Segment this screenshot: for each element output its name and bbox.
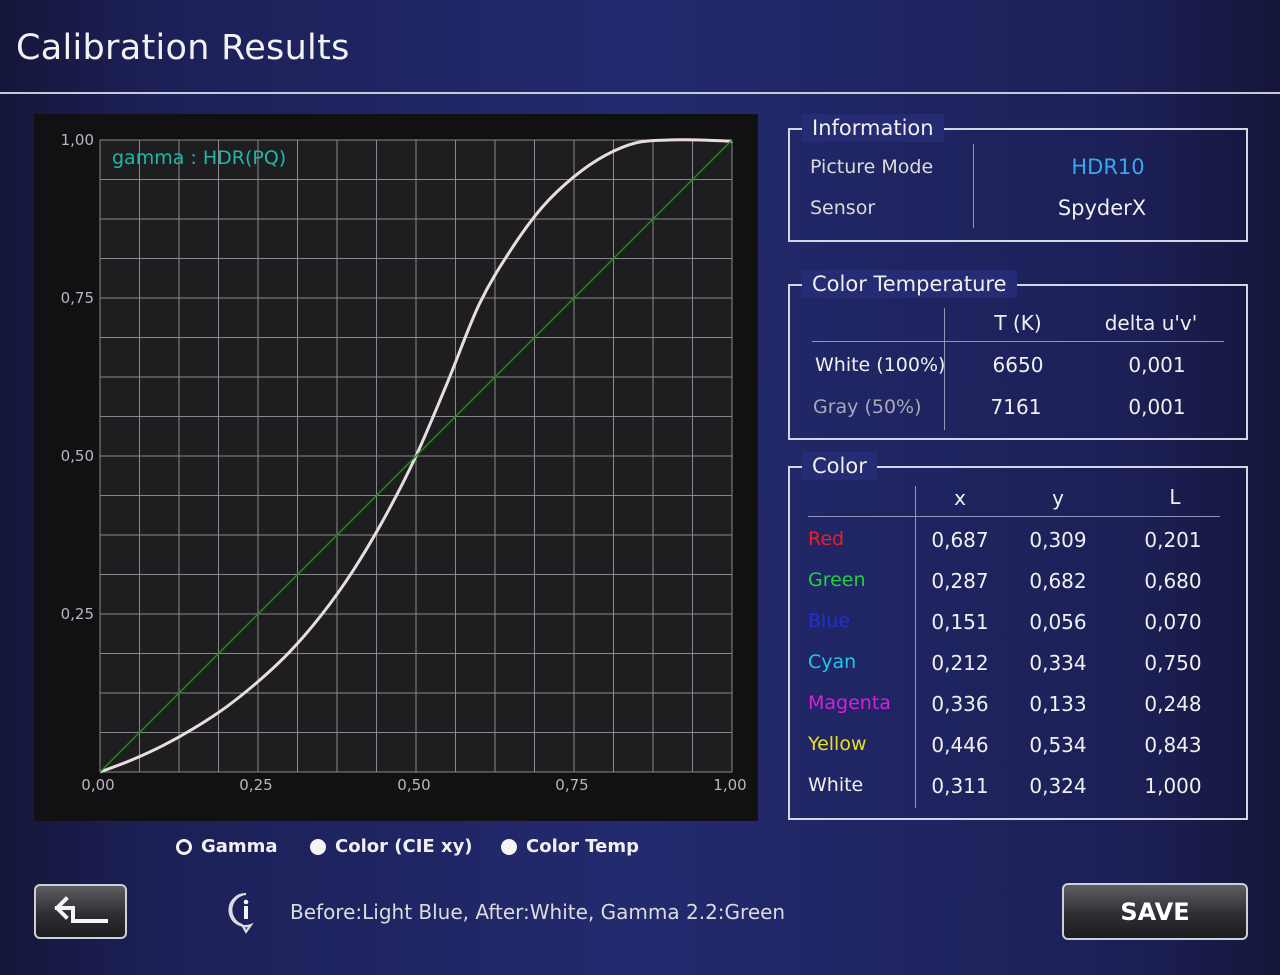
color-row-cyan-name: Cyan: [808, 651, 857, 673]
color-row-yellow-y: 0,534: [1029, 733, 1087, 757]
color-row-blue-x: 0,151: [931, 610, 989, 634]
color-row-magenta-x: 0,336: [931, 692, 989, 716]
color-row-red-luminance: 0,201: [1144, 528, 1202, 552]
radio-unselected-icon: [501, 838, 517, 855]
white-100-delta: 0,001: [1128, 353, 1186, 377]
chart-mode-selector: Gamma Color (CIE xy) Color Temp: [0, 836, 780, 860]
header-divider: [812, 341, 1224, 342]
page-title: Calibration Results: [16, 28, 350, 68]
sensor-value: SpyderX: [1057, 196, 1147, 220]
legend-info-text: Before:Light Blue, After:White, Gamma 2.…: [290, 900, 786, 924]
title-divider: [0, 92, 1280, 94]
radio-gamma-label: Gamma: [201, 836, 278, 857]
color-row-cyan-x: 0,212: [931, 651, 989, 675]
color-row-yellow-x: 0,446: [931, 733, 989, 757]
gamma-annotation: gamma : HDR(PQ): [112, 147, 286, 169]
information-title: Information: [802, 114, 944, 142]
color-row-magenta-luminance: 0,248: [1144, 692, 1202, 716]
gray-50-label: Gray (50%): [813, 396, 922, 418]
color-row-cyan-y: 0,334: [1029, 651, 1087, 675]
white-100-temperature: 6650: [992, 353, 1044, 377]
color-row-green-x: 0,287: [931, 569, 989, 593]
y-tick-label: 0,75: [61, 289, 94, 307]
gray-50-delta: 0,001: [1128, 395, 1186, 419]
color-row-cyan-luminance: 0,750: [1144, 651, 1202, 675]
gamma-chart-svg: 0,00 0,25 0,50 0,75 1,00 1,00 0,75 0,50 0,25 gamm…: [61, 131, 747, 794]
information-panel: Information Picture Mode HDR10 Sensor Sp…: [788, 114, 1248, 242]
header-x: x: [954, 486, 966, 510]
header-luminance: L: [1169, 485, 1181, 509]
back-button[interactable]: [34, 884, 127, 939]
radio-gamma[interactable]: Gamma: [176, 836, 278, 857]
color-row-white-x: 0,311: [931, 774, 989, 798]
color-row-yellow-luminance: 0,843: [1144, 733, 1202, 757]
column-divider: [973, 144, 974, 228]
y-tick-label: 0,50: [61, 447, 94, 465]
color-row-magenta-name: Magenta: [808, 692, 891, 714]
y-tick-label: 1,00: [61, 131, 94, 149]
color-row-blue-luminance: 0,070: [1144, 610, 1202, 634]
back-arrow-icon: [54, 896, 108, 923]
color-temperature-panel: Color Temperature T (K) delta u'v' White…: [788, 270, 1248, 440]
color-row-yellow-name: Yellow: [808, 733, 867, 755]
radio-unselected-icon: [310, 838, 326, 855]
color-title: Color: [802, 452, 877, 480]
color-row-blue-name: Blue: [808, 610, 851, 632]
color-row-green-luminance: 0,680: [1144, 569, 1202, 593]
color-row-green-name: Green: [808, 569, 866, 591]
color-row-white-y: 0,324: [1029, 774, 1087, 798]
color-row-magenta-y: 0,133: [1029, 692, 1087, 716]
gray-50-temperature: 7161: [990, 395, 1042, 419]
color-row-white-name: White: [808, 774, 864, 796]
info-icon: [228, 892, 254, 934]
header-y: y: [1052, 486, 1064, 510]
color-panel: Color x y L Red 0,687 0,309 0,201 Green 0,287…: [788, 452, 1248, 820]
gamma-chart: 0,00 0,25 0,50 0,75 1,00 1,00 0,75 0,50 0,25 gamm…: [34, 114, 758, 821]
x-tick-label: 0,25: [239, 776, 272, 794]
radio-color-temp-label: Color Temp: [526, 836, 639, 857]
header-divider: [808, 516, 1220, 517]
sensor-label: Sensor: [810, 197, 876, 219]
radio-color-cie-xy[interactable]: Color (CIE xy): [310, 836, 473, 857]
x-tick-label: 0,75: [555, 776, 588, 794]
column-divider: [915, 486, 916, 808]
white-100-label: White (100%): [815, 354, 946, 376]
y-tick-label: 0,25: [61, 605, 94, 623]
radio-color-cie-xy-label: Color (CIE xy): [335, 836, 473, 857]
color-row-blue-y: 0,056: [1029, 610, 1087, 634]
color-row-red-name: Red: [808, 528, 845, 550]
header-temperature: T (K): [994, 311, 1042, 335]
x-tick-label: 0,00: [81, 776, 114, 794]
header-delta-uv: delta u'v': [1104, 311, 1198, 335]
picture-mode-value: HDR10: [1071, 155, 1145, 179]
color-row-red-y: 0,309: [1029, 528, 1087, 552]
radio-color-temp[interactable]: Color Temp: [501, 836, 639, 857]
save-button[interactable]: SAVE: [1062, 883, 1248, 940]
color-row-white-luminance: 1,000: [1144, 774, 1202, 798]
x-tick-label: 0,50: [397, 776, 430, 794]
radio-selected-icon: [176, 838, 192, 855]
color-row-green-y: 0,682: [1029, 569, 1087, 593]
color-row-red-x: 0,687: [931, 528, 989, 552]
x-tick-label: 1,00: [713, 776, 746, 794]
color-temperature-title: Color Temperature: [802, 270, 1017, 298]
picture-mode-label: Picture Mode: [810, 156, 934, 178]
